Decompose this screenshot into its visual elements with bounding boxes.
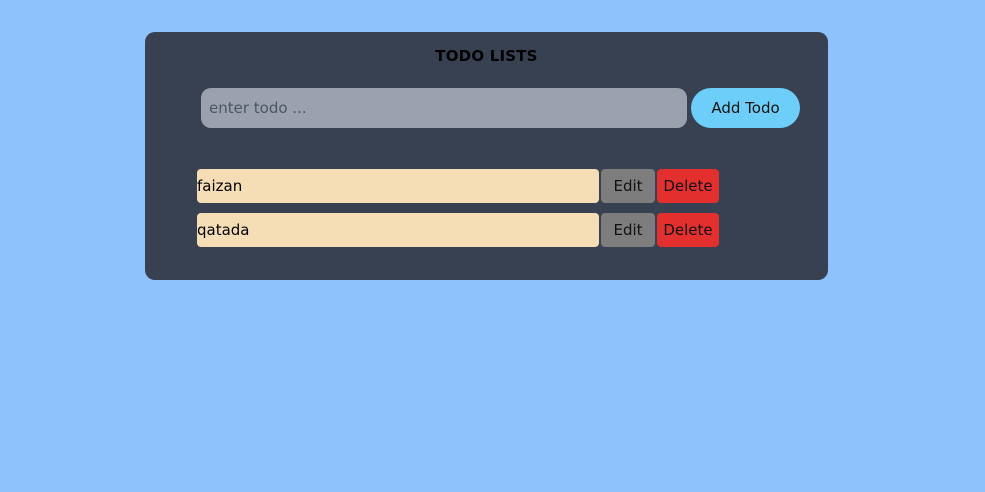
add-todo-button[interactable]: Add Todo (691, 88, 800, 128)
todo-input[interactable] (201, 88, 687, 128)
todo-panel: TODO LISTS Add Todo faizan Edit Delete q… (145, 32, 828, 280)
page-title: TODO LISTS (435, 47, 538, 65)
edit-button[interactable]: Edit (601, 169, 655, 203)
list-item: qatada Edit Delete (197, 213, 727, 247)
edit-button[interactable]: Edit (601, 213, 655, 247)
todo-list: faizan Edit Delete qatada Edit Delete (197, 169, 727, 257)
todo-item-text: faizan (197, 169, 599, 203)
todo-item-text: qatada (197, 213, 599, 247)
delete-button[interactable]: Delete (657, 213, 719, 247)
list-item: faizan Edit Delete (197, 169, 727, 203)
delete-button[interactable]: Delete (657, 169, 719, 203)
